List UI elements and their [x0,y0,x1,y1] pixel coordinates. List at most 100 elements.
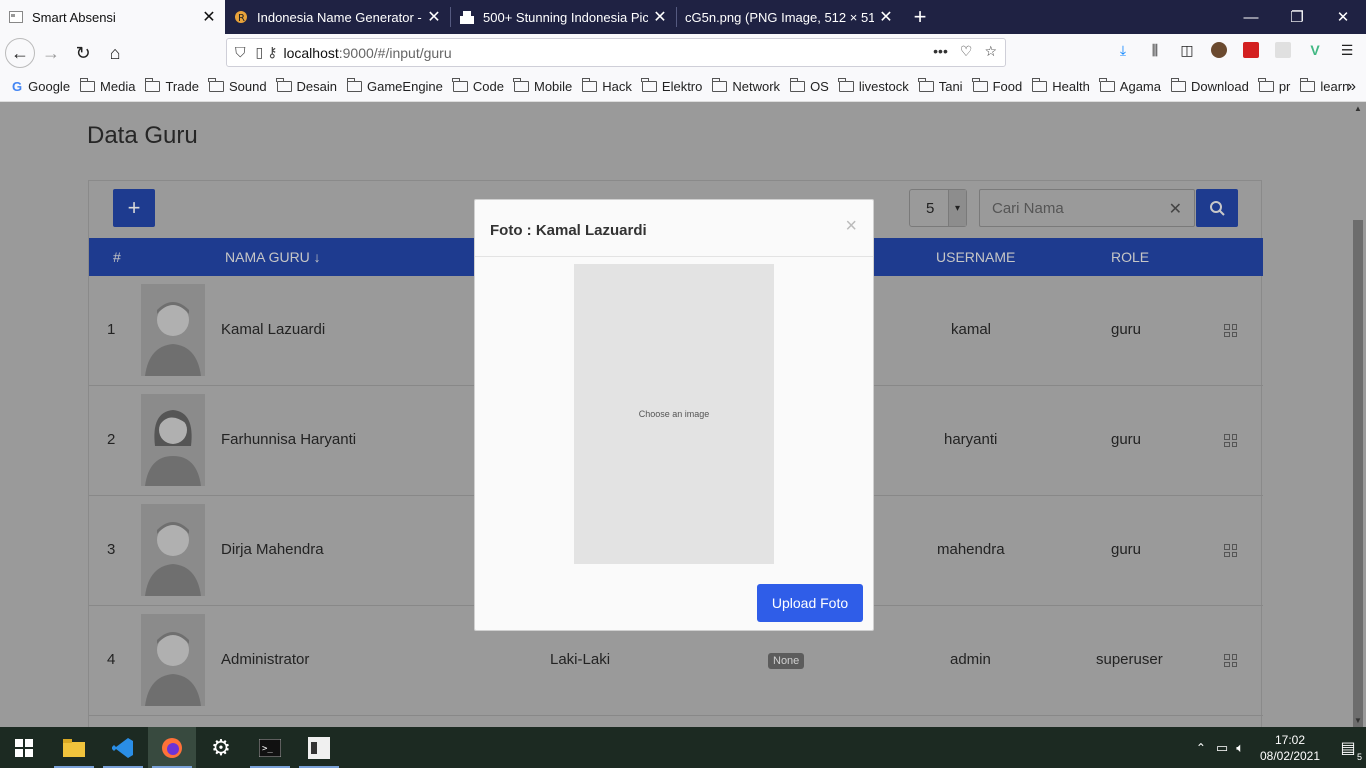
close-tab-icon[interactable]: ✕ [652,7,668,27]
bookmarks-overflow-icon[interactable]: » [1347,78,1356,96]
minimize-icon[interactable]: — [1228,0,1274,34]
menu-icon[interactable]: ☰ [1336,39,1358,61]
scroll-down-icon[interactable]: ▼ [1354,716,1362,725]
restore-icon[interactable]: ❐ [1274,0,1320,34]
tab-indonesia-pictures[interactable]: 500+ Stunning Indonesia Pictur ✕ [451,0,676,34]
close-tab-icon[interactable]: ✕ [201,7,217,27]
teacher-role: superuser [1096,651,1163,668]
vue-devtools-icon[interactable]: V [1304,39,1326,61]
clock[interactable]: 17:02 08/02/2021 [1250,732,1330,764]
bookmark-folder[interactable]: Elektro [641,78,702,94]
image-dropzone[interactable]: Choose an image [574,264,774,564]
sidebar-icon[interactable]: ◫ [1176,39,1198,61]
upload-photo-button[interactable]: Upload Foto [757,584,863,622]
avatar [141,614,205,706]
tab-name-generator[interactable]: R Indonesia Name Generator - Ra ✕ [225,0,450,34]
bookmark-folder[interactable]: pr [1258,78,1290,94]
close-tab-icon[interactable]: ✕ [878,7,894,27]
modal-title: Foto : Kamal Lazuardi [490,222,647,239]
svg-text:R: R [238,13,245,24]
bookmark-folder[interactable]: Desain [276,78,337,94]
teacher-name: Kamal Lazuardi [221,321,326,338]
bookmark-folder[interactable]: learn [1299,78,1349,94]
folder-icon [79,78,96,92]
page-scrollbar[interactable]: ▲ ▼ [1350,102,1366,740]
home-button[interactable]: ⌂ [99,37,131,69]
clear-icon[interactable]: ✕ [1169,199,1182,219]
settings-button[interactable]: ⚙ [197,727,245,768]
tray-overflow-icon[interactable]: ⌃ [1196,741,1206,755]
extension-grey-icon[interactable] [1272,39,1294,61]
page-info-icon[interactable]: ▯ [256,44,264,61]
actions-grid-icon[interactable] [1224,654,1237,667]
firefox-button[interactable] [148,727,196,768]
start-button[interactable] [0,727,48,768]
notification-icon[interactable]: ▤ 5 [1330,738,1366,762]
search-button[interactable] [1196,189,1238,227]
add-teacher-button[interactable]: + [113,189,155,227]
file-explorer-button[interactable] [50,727,98,768]
bookmark-folder[interactable]: Hack [581,78,632,94]
scrollbar-thumb[interactable] [1353,220,1363,740]
back-button[interactable]: ← [5,38,35,68]
app-window-button[interactable] [295,727,343,768]
forward-button[interactable]: → [35,37,67,69]
bookmark-folder[interactable]: Mobile [513,78,572,94]
folder-icon [346,78,363,92]
bookmark-folder[interactable]: Health [1031,78,1090,94]
actions-grid-icon[interactable] [1224,544,1237,557]
bookmark-folder[interactable]: OS [789,78,829,94]
close-icon[interactable]: × [845,215,857,238]
more-actions-icon[interactable]: ••• [933,43,948,60]
folder-icon [1099,78,1115,92]
bookmark-folder[interactable]: GameEngine [346,78,443,94]
bookmark-folder[interactable]: livestock [838,78,909,94]
navigation-toolbar: ← → ↻ ⌂ ⛉ ▯ ⚷ localhost:9000/#/input/gur… [0,34,1366,72]
network-icon[interactable]: ▭ [1216,740,1228,756]
bookmark-folder[interactable]: Food [972,78,1022,94]
bookmark-folder[interactable]: Tani [918,78,963,94]
taskbar: ⚙ >_ ⌃ ▭ 🔈︎ 17:02 08/02/2021 ▤ 5 [0,727,1366,768]
bookmark-folder[interactable]: Sound [208,78,267,94]
teacher-role: guru [1111,541,1142,558]
bookmark-folder[interactable]: Code [452,78,504,94]
bookmark-star-icon[interactable]: ☆ [984,43,997,60]
new-tab-button[interactable]: + [904,0,936,34]
col-username[interactable]: USERNAME [936,249,1015,265]
col-role[interactable]: ROLE [1111,249,1149,265]
close-window-icon[interactable]: ✕ [1320,0,1366,34]
search-input[interactable]: Cari Nama ✕ [979,189,1195,227]
account-avatar-icon[interactable] [1208,39,1230,61]
volume-icon[interactable]: 🔈︎ [1236,740,1244,756]
folder-icon [208,78,224,92]
library-icon[interactable]: ⫼ [1144,39,1166,61]
url-bar[interactable]: ⛉ ▯ ⚷ localhost:9000/#/input/guru ••• ♡ … [226,38,1006,67]
shield-icon[interactable]: ⛉ [235,44,246,61]
bookmark-folder[interactable]: Trade [144,78,199,94]
close-tab-icon[interactable]: ✕ [426,7,442,27]
actions-grid-icon[interactable] [1224,434,1237,447]
tab-smart-absensi[interactable]: Smart Absensi ✕ [0,0,225,34]
download-icon[interactable]: ⤓ [1112,39,1134,61]
tab-png-image[interactable]: cG5n.png (PNG Image, 512 × 512 p ✕ [677,0,902,34]
per-page-select[interactable]: 5 ▾ [909,189,967,227]
bookmark-folder[interactable]: Agama [1099,78,1161,94]
bookmark-folder[interactable]: Network [711,78,780,94]
reload-button[interactable]: ↻ [67,37,99,69]
bookmark-folder[interactable]: Media [79,78,135,94]
bookmark-folder[interactable]: Download [1170,78,1249,94]
tab-strip: Smart Absensi ✕ R Indonesia Name Generat… [0,0,1366,34]
folder-icon [789,78,806,92]
col-name[interactable]: NAMA GURU ↓ [225,249,321,265]
terminal-button[interactable]: >_ [246,727,294,768]
terminal-icon: >_ [259,738,281,757]
pocket-icon[interactable]: ♡ [960,43,973,60]
extension-red-icon[interactable] [1240,39,1262,61]
actions-grid-icon[interactable] [1224,324,1237,337]
bookmark-google[interactable]: G Google [12,79,70,94]
vscode-button[interactable] [99,727,147,768]
row-number: 4 [107,651,116,668]
system-tray: ⌃ ▭ 🔈︎ 17:02 08/02/2021 ▤ 5 [1196,727,1366,768]
scroll-up-icon[interactable]: ▲ [1354,104,1362,113]
chevron-down-icon: ▾ [948,190,966,226]
